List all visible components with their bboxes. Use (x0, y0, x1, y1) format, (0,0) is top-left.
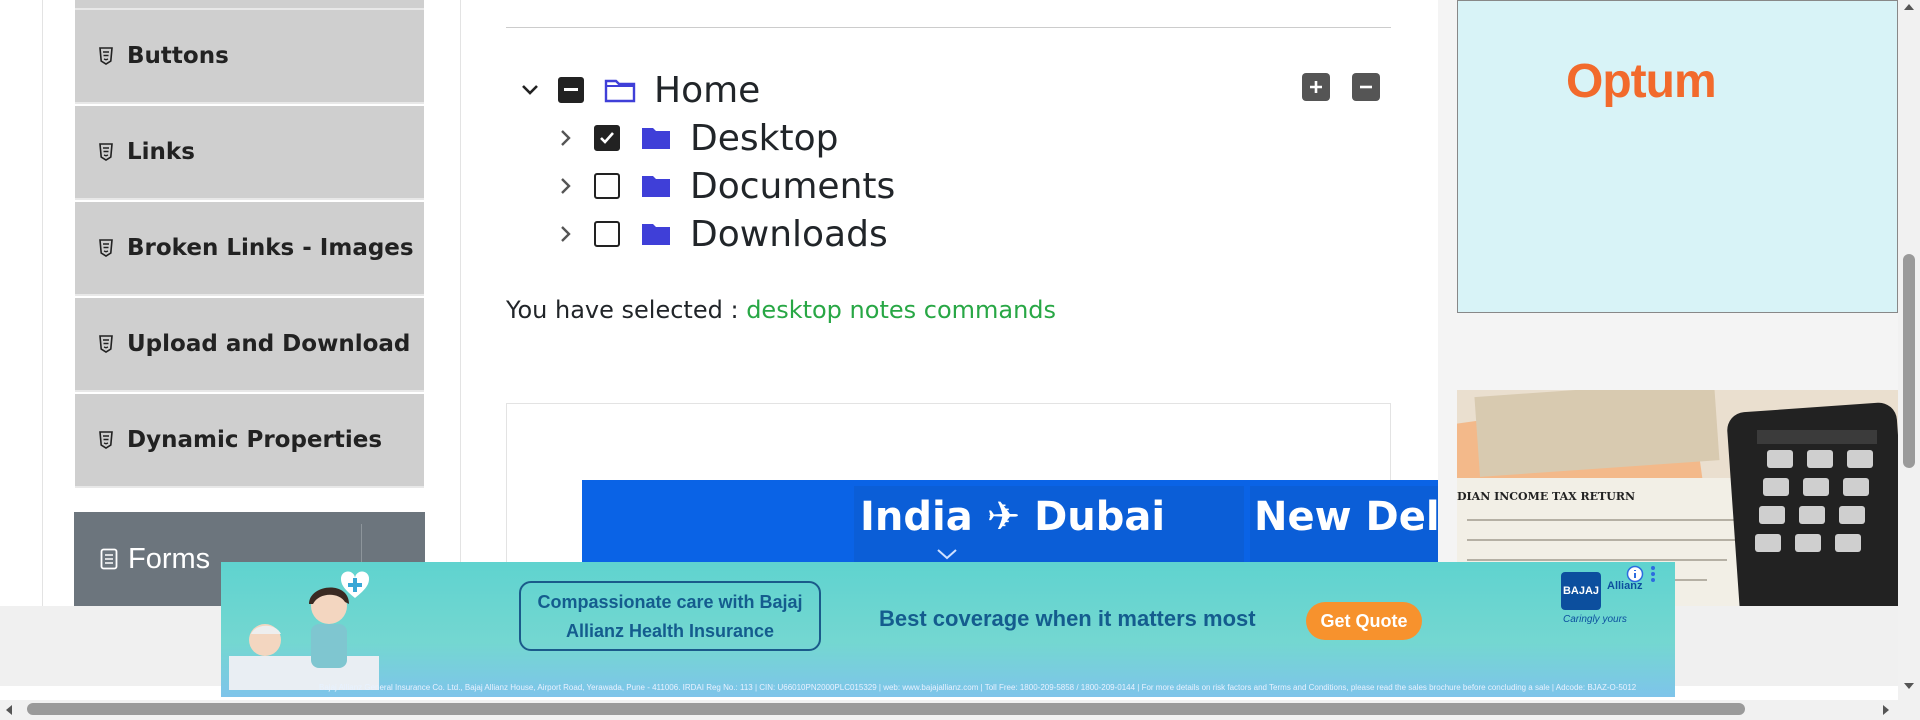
ad-controls (1626, 565, 1656, 583)
menu-item-dynamic-properties[interactable]: Dynamic Properties (75, 394, 424, 488)
folder-open-icon (604, 77, 636, 103)
tree-node-downloads: Downloads (520, 210, 895, 258)
tree-node-home: Home (520, 66, 895, 114)
tree-checkbox-documents[interactable] (594, 173, 620, 199)
scroll-left-arrow[interactable] (5, 704, 13, 716)
chevron-right-icon[interactable] (556, 176, 576, 196)
chevron-down-icon (937, 549, 957, 560)
result-prefix: You have selected : (506, 296, 739, 324)
menu-item-label: Buttons (127, 43, 229, 69)
vertical-scroll-thumb[interactable] (1903, 254, 1915, 468)
menu-item-label: Upload and Download (127, 331, 411, 357)
selection-result: You have selected : desktop notes comman… (506, 296, 1056, 324)
folder-icon (640, 221, 672, 247)
content-divider (460, 0, 461, 606)
minus-icon (1360, 85, 1372, 89)
ad-headline: Best coverage when it matters most (879, 606, 1256, 631)
tree-node-label[interactable]: Desktop (690, 118, 838, 159)
menu-item-links[interactable]: Links (75, 106, 424, 200)
menu-item-broken-links[interactable]: Broken Links - Images (75, 202, 424, 296)
menu-item-label: Links (127, 139, 195, 165)
route-label: New Delh (1254, 494, 1438, 540)
tree-checkbox-downloads[interactable] (594, 221, 620, 247)
group-header-label: Forms (128, 542, 211, 575)
tree-node-documents: Documents (520, 162, 895, 210)
document-icon (100, 548, 118, 570)
menu-item-previous[interactable] (75, 0, 424, 10)
plus-icon (1310, 81, 1322, 93)
html5-icon (97, 430, 115, 450)
chevron-down-icon[interactable] (520, 80, 540, 100)
ad-fine-print: Bajaj Allianz General Insurance Co. Ltd.… (319, 683, 1637, 692)
html5-icon (97, 46, 115, 66)
folder-icon (640, 173, 672, 199)
scroll-up-arrow[interactable] (1903, 3, 1915, 11)
html5-icon (97, 238, 115, 258)
bajaj-ad[interactable]: Compassionate care with Bajaj Allianz He… (221, 562, 1675, 697)
scroll-right-arrow[interactable] (1882, 704, 1890, 716)
chevron-right-icon[interactable] (556, 224, 576, 244)
route-label: India ✈ Dubai (860, 494, 1166, 540)
scroll-down-arrow[interactable] (1903, 682, 1915, 690)
tree-node-label[interactable]: Home (654, 70, 760, 111)
html5-icon (97, 142, 115, 162)
more-vertical-icon[interactable] (1650, 565, 1656, 583)
ad-slogan: Caringly yours (1563, 614, 1627, 625)
tax-ad-caption: DIAN INCOME TAX RETURN (1457, 490, 1636, 503)
menu-item-upload-download[interactable]: Upload and Download (75, 298, 424, 392)
tree-node-desktop: Desktop (520, 114, 895, 162)
section-divider (506, 27, 1391, 28)
menu-item-buttons[interactable]: Buttons (75, 10, 424, 104)
optum-logo: Optum (1566, 55, 1717, 108)
horizontal-scroll-thumb[interactable] (27, 703, 1745, 715)
info-icon[interactable] (1626, 565, 1644, 583)
collapse-all-button[interactable] (1352, 73, 1380, 101)
tree-node-label[interactable]: Documents (690, 166, 895, 207)
tree-checkbox-desktop[interactable] (594, 125, 620, 151)
chevron-right-icon[interactable] (556, 128, 576, 148)
ad-tagline: Compassionate care with Bajaj Allianz He… (519, 581, 821, 651)
optum-ad[interactable] (1457, 0, 1898, 313)
expand-all-button[interactable] (1302, 73, 1330, 101)
tree-checkbox-home[interactable] (558, 77, 584, 103)
menu-item-label: Broken Links - Images (127, 235, 414, 261)
result-items: desktop notes commands (746, 296, 1057, 324)
html5-icon (97, 334, 115, 354)
bajaj-logo: BAJAJ (1561, 572, 1601, 610)
get-quote-button[interactable]: Get Quote (1306, 602, 1422, 640)
tree-node-label[interactable]: Downloads (690, 214, 888, 255)
menu-item-label: Dynamic Properties (127, 427, 383, 453)
folder-icon (640, 125, 672, 151)
sidebar-divider (42, 0, 43, 606)
plus-heart-icon (340, 571, 370, 598)
checkbox-tree: Home Desktop Documents Downloads (520, 66, 895, 258)
